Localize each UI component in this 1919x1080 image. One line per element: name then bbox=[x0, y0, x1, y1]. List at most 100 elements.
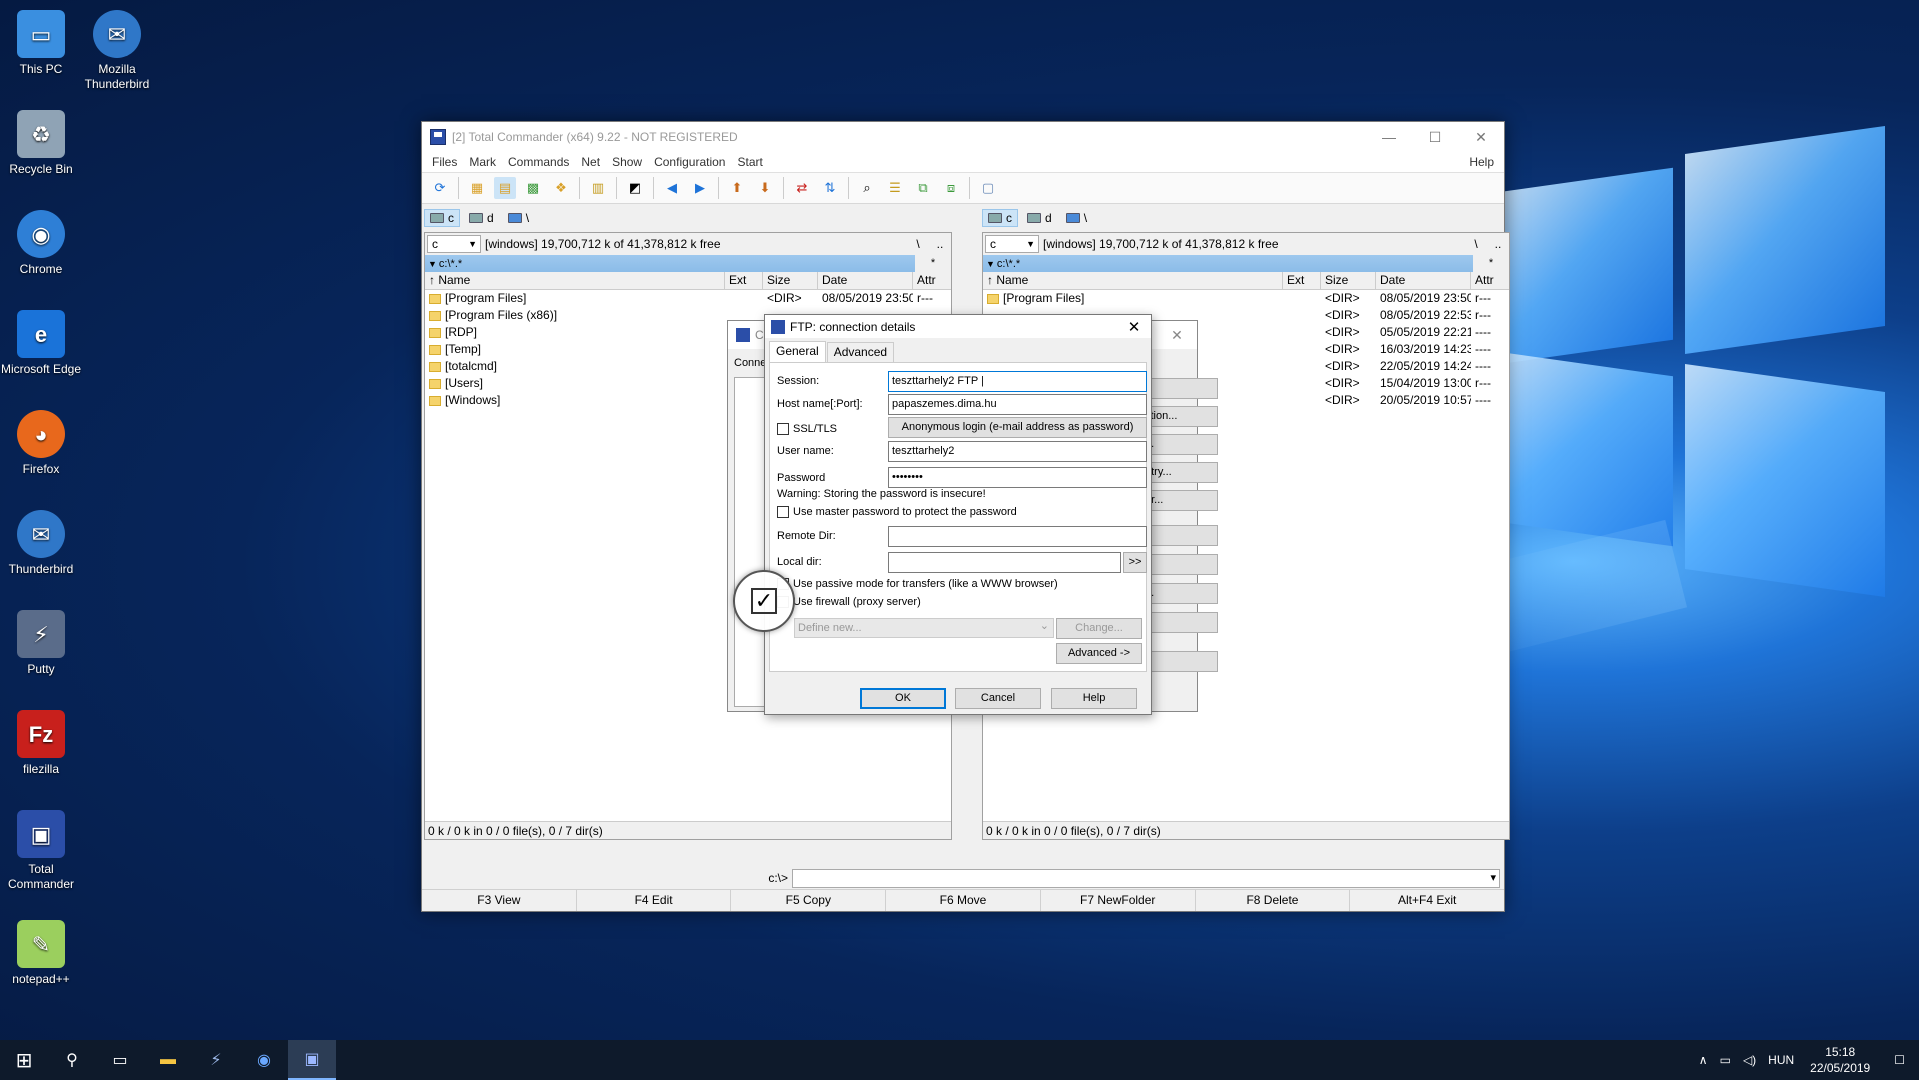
invert-selection-icon[interactable]: ◩ bbox=[624, 177, 646, 199]
brief-view-icon[interactable]: ▦ bbox=[466, 177, 488, 199]
root-button[interactable]: \ bbox=[1465, 237, 1487, 251]
multi-rename-icon[interactable]: ☰ bbox=[884, 177, 906, 199]
f5-copy-button[interactable]: F5 Copy bbox=[731, 890, 887, 911]
minimize-button[interactable]: — bbox=[1366, 122, 1412, 152]
desktop-icon-chrome[interactable]: ◉ Chrome bbox=[0, 210, 82, 277]
drive-combo[interactable]: c ▼ bbox=[985, 235, 1039, 253]
desktop-icon-mozilla-thunderbird[interactable]: ✉ Mozilla Thunderbird bbox=[76, 10, 158, 92]
up-button[interactable]: .. bbox=[1487, 237, 1509, 251]
password-input[interactable]: •••••••• bbox=[888, 467, 1147, 488]
col-name[interactable]: ↑ Name bbox=[425, 272, 725, 289]
filter-button[interactable]: * bbox=[915, 255, 951, 272]
col-size[interactable]: Size bbox=[1321, 272, 1376, 289]
compare-icon[interactable]: ⧈ bbox=[940, 177, 962, 199]
notification-icon[interactable]: ☐ bbox=[1880, 1053, 1919, 1067]
thumbnails-icon[interactable]: ▩ bbox=[522, 177, 544, 199]
chevron-up-icon[interactable]: ∧ bbox=[1693, 1053, 1714, 1067]
pack-files-icon[interactable]: ⬆ bbox=[726, 177, 748, 199]
start-button[interactable]: ⊞ bbox=[0, 1040, 48, 1080]
ok-button[interactable]: OK bbox=[860, 688, 946, 709]
col-ext[interactable]: Ext bbox=[1283, 272, 1321, 289]
close-button[interactable]: ✕ bbox=[1117, 318, 1151, 336]
f7-newfolder-button[interactable]: F7 NewFolder bbox=[1041, 890, 1196, 911]
f8-delete-button[interactable]: F8 Delete bbox=[1196, 890, 1351, 911]
up-button[interactable]: .. bbox=[929, 237, 951, 251]
sync-dirs-icon[interactable]: ⧉ bbox=[912, 177, 934, 199]
menu-show[interactable]: Show bbox=[606, 155, 648, 169]
desktop-icon-putty[interactable]: ⚡ Putty bbox=[0, 610, 82, 677]
language-indicator[interactable]: HUN bbox=[1762, 1053, 1800, 1067]
desktop-icon-filezilla[interactable]: Fz filezilla bbox=[0, 710, 82, 777]
passive-mode-checkbox[interactable]: Use passive mode for transfers (like a W… bbox=[777, 578, 1058, 590]
pack-icon[interactable]: ▥ bbox=[587, 177, 609, 199]
col-date[interactable]: Date bbox=[1376, 272, 1471, 289]
maximize-button[interactable]: ☐ bbox=[1412, 122, 1458, 152]
col-date[interactable]: Date bbox=[818, 272, 913, 289]
drive-c-button[interactable]: c bbox=[424, 209, 460, 227]
col-attr[interactable]: Attr bbox=[1471, 272, 1509, 289]
drive-d-button[interactable]: d bbox=[1022, 210, 1057, 226]
total-commander-taskbar-icon[interactable]: ▣ bbox=[288, 1040, 336, 1080]
f4-edit-button[interactable]: F4 Edit bbox=[577, 890, 732, 911]
notepad-icon[interactable]: ▢ bbox=[977, 177, 999, 199]
task-view-icon[interactable]: ▭ bbox=[96, 1040, 144, 1080]
cancel-button[interactable]: Cancel bbox=[955, 688, 1041, 709]
exit-button[interactable]: Alt+F4 Exit bbox=[1350, 890, 1504, 911]
desktop-icon-thunderbird[interactable]: ✉ Thunderbird bbox=[0, 510, 82, 577]
search-icon[interactable]: ⚲ bbox=[48, 1040, 96, 1080]
network-drive-button[interactable]: \ bbox=[1061, 210, 1092, 226]
drive-d-button[interactable]: d bbox=[464, 210, 499, 226]
search-icon[interactable]: ⌕ bbox=[856, 177, 878, 199]
path-bar[interactable]: ▼ c:\*.* * bbox=[425, 255, 951, 272]
close-button[interactable]: ✕ bbox=[1458, 122, 1504, 152]
remote-dir-input[interactable] bbox=[888, 526, 1147, 547]
firewall-checkbox[interactable]: Use firewall (proxy server) bbox=[777, 596, 921, 608]
help-button[interactable]: Help bbox=[1051, 688, 1137, 709]
tab-general[interactable]: General bbox=[769, 341, 826, 362]
filter-button[interactable]: * bbox=[1473, 255, 1509, 272]
host-input[interactable]: papaszemes.dima.hu bbox=[888, 394, 1147, 415]
menu-files[interactable]: Files bbox=[426, 155, 463, 169]
url-connect-icon[interactable]: ⇅ bbox=[819, 177, 841, 199]
tab-advanced[interactable]: Advanced bbox=[826, 342, 895, 363]
menu-commands[interactable]: Commands bbox=[502, 155, 575, 169]
network-drive-button[interactable]: \ bbox=[503, 210, 534, 226]
anonymous-login-button[interactable]: Anonymous login (e-mail address as passw… bbox=[888, 417, 1147, 438]
menu-help[interactable]: Help bbox=[1463, 155, 1504, 169]
table-row[interactable]: [Program Files] <DIR> 08/05/2019 23:50 r--- bbox=[983, 290, 1509, 307]
f3-view-button[interactable]: F3 View bbox=[422, 890, 577, 911]
command-input[interactable] bbox=[792, 868, 1500, 888]
volume-icon[interactable]: ◁) bbox=[1737, 1053, 1762, 1067]
desktop-icon-firefox[interactable]: ◕ Firefox bbox=[0, 410, 82, 477]
session-input[interactable]: teszttarhely2 FTP | bbox=[888, 371, 1147, 392]
f6-move-button[interactable]: F6 Move bbox=[886, 890, 1041, 911]
tree-icon[interactable]: ❖ bbox=[550, 177, 572, 199]
file-explorer-icon[interactable]: ▬ bbox=[144, 1040, 192, 1080]
master-password-checkbox[interactable]: Use master password to protect the passw… bbox=[777, 506, 1017, 518]
menu-mark[interactable]: Mark bbox=[463, 155, 502, 169]
chrome-taskbar-icon[interactable]: ◉ bbox=[240, 1040, 288, 1080]
change-button[interactable]: Change... bbox=[1056, 618, 1142, 639]
advanced-button[interactable]: Advanced -> bbox=[1056, 643, 1142, 664]
desktop-icon-total-commander[interactable]: ▣ Total Commander bbox=[0, 810, 82, 892]
close-button[interactable]: ✕ bbox=[1157, 327, 1197, 344]
desktop-icon-notepad-plus-plus[interactable]: ✎ notepad++ bbox=[0, 920, 82, 987]
ftp-connect-icon[interactable]: ⇄ bbox=[791, 177, 813, 199]
root-button[interactable]: \ bbox=[907, 237, 929, 251]
title-bar[interactable]: [2] Total Commander (x64) 9.22 - NOT REG… bbox=[422, 122, 1504, 152]
user-name-input[interactable]: teszttarhely2 bbox=[888, 441, 1147, 462]
col-size[interactable]: Size bbox=[763, 272, 818, 289]
menu-configuration[interactable]: Configuration bbox=[648, 155, 731, 169]
putty-taskbar-icon[interactable]: ⚡ bbox=[192, 1040, 240, 1080]
local-dir-input[interactable] bbox=[888, 552, 1121, 573]
browse-local-dir-button[interactable]: >> bbox=[1123, 552, 1147, 573]
firewall-select[interactable]: Define new... bbox=[794, 617, 1054, 638]
drive-c-button[interactable]: c bbox=[982, 209, 1018, 227]
desktop-icon-this-pc[interactable]: ▭ This PC bbox=[0, 10, 82, 77]
clock[interactable]: 15:18 22/05/2019 bbox=[1800, 1044, 1880, 1076]
desktop-icon-edge[interactable]: e Microsoft Edge bbox=[0, 310, 82, 377]
desktop-icon-recycle-bin[interactable]: ♻ Recycle Bin bbox=[0, 110, 82, 177]
path-bar[interactable]: ▼ c:\*.* * bbox=[983, 255, 1509, 272]
ssl-tls-checkbox[interactable]: SSL/TLS bbox=[777, 423, 837, 435]
menu-net[interactable]: Net bbox=[575, 155, 606, 169]
